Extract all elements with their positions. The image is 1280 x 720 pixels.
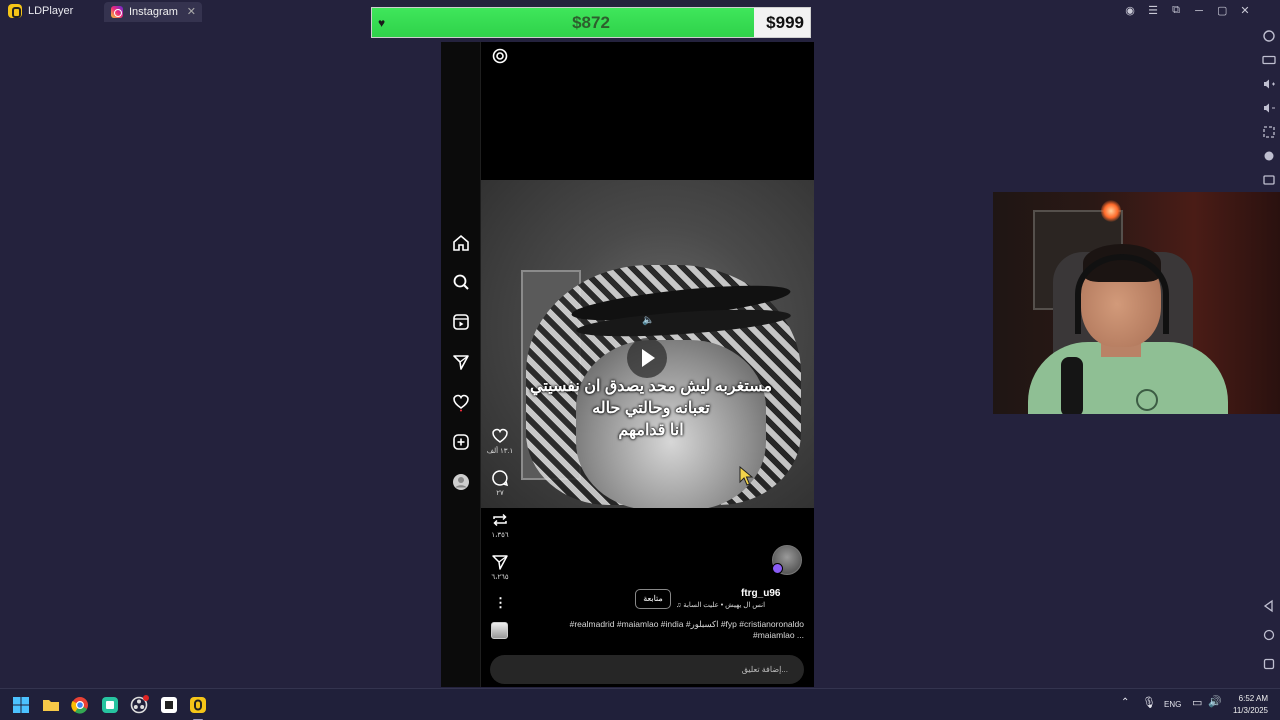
comment-button[interactable]: ٢٧ — [481, 468, 519, 497]
volume-icon[interactable]: 🔊 — [1208, 695, 1222, 708]
audio-thumbnail[interactable] — [491, 622, 508, 639]
screenshot-icon[interactable] — [1261, 124, 1277, 140]
windows-taskbar: ⌃ 🎙 ENG ▭ 🔊 6:52 AM 11/3/2025 — [0, 688, 1280, 720]
home-button-icon[interactable] — [1261, 627, 1277, 643]
mouse-cursor-icon — [739, 466, 754, 486]
volume-down-icon[interactable] — [1261, 100, 1277, 116]
ldplayer-store-icon[interactable] — [159, 695, 179, 715]
caption-line-2: تعبانه وحالتي حاله — [592, 400, 710, 417]
close-icon[interactable]: ✕ — [1240, 4, 1250, 17]
recents-icon[interactable] — [1261, 656, 1277, 672]
shirt-crest — [1136, 389, 1158, 411]
comment-icon — [492, 470, 509, 487]
more-tools-icon[interactable] — [1261, 172, 1277, 188]
donation-goal-bar: ♥ $872 $999 — [371, 7, 811, 38]
tab-instagram[interactable]: Instagram ✕ — [104, 2, 202, 22]
volume-up-icon[interactable] — [1261, 76, 1277, 92]
profile-icon[interactable] — [451, 472, 471, 492]
caption-line-3: انا قدامهم — [618, 422, 684, 439]
headphones-icon — [1075, 254, 1169, 334]
globe-icon[interactable] — [1261, 28, 1277, 44]
like-count: ١٣.١ ألف — [486, 448, 514, 455]
app-brand: LDPlayer — [8, 4, 73, 18]
system-clock[interactable]: 6:52 AM 11/3/2025 — [1233, 693, 1268, 717]
reels-feed: 🔈 مستغربه ليش محد يصدق ان نفسيتي تعبانه … — [481, 42, 814, 687]
share-count: ٦،٢٦٥ — [491, 574, 509, 581]
avatar-badge-icon — [772, 563, 783, 574]
popout-icon[interactable]: ⧉ — [1171, 4, 1181, 17]
ldmulti-icon[interactable] — [100, 695, 120, 715]
repost-icon — [493, 513, 507, 527]
minimize-icon[interactable]: ─ — [1194, 5, 1204, 17]
clock-date: 11/3/2025 — [1233, 706, 1268, 715]
windows-start-icon[interactable] — [11, 695, 31, 715]
play-icon[interactable] — [627, 338, 667, 378]
home-icon[interactable] — [451, 233, 471, 253]
language-indicator[interactable]: ENG — [1164, 700, 1181, 709]
back-icon[interactable] — [1261, 598, 1277, 614]
window-controls: ◉ ☰ ⧉ ─ ▢ ✕ — [1125, 4, 1250, 17]
create-icon[interactable] — [451, 432, 471, 452]
close-tab-icon[interactable]: ✕ — [187, 5, 196, 18]
chrome-icon[interactable] — [70, 695, 90, 715]
sound-icon[interactable]: 🔈 — [642, 315, 654, 326]
comment-count: ٢٧ — [496, 490, 504, 497]
music-info[interactable]: ♫ انس ال يهيش • عليت السابة — [676, 601, 806, 609]
menu-icon[interactable]: ☰ — [1148, 4, 1158, 17]
goal-current-amount: $872 — [572, 13, 610, 32]
ldplayer-taskbar-icon[interactable] — [188, 695, 208, 720]
microphone-icon — [1061, 357, 1083, 414]
direct-icon[interactable] — [451, 352, 471, 372]
keyboard-icon[interactable] — [1261, 52, 1277, 68]
camera-icon[interactable] — [491, 47, 509, 65]
like-button[interactable]: ١٣.١ ألف — [481, 426, 519, 455]
video-caption: مستغربه ليش محد يصدق ان نفسيتي تعبانه وح… — [501, 376, 801, 442]
music-label: انس ال يهيش • عليت السابة — [683, 602, 766, 609]
webcam-lamp — [1101, 200, 1121, 222]
chevron-up-icon[interactable]: ⌃ — [1121, 697, 1129, 708]
share-button[interactable]: ٦،٢٦٥ — [481, 552, 519, 581]
tab-label: Instagram — [129, 6, 178, 18]
reel-description[interactable]: #realmadrid #maiamlao #india #اكسبلور #f… — [541, 619, 804, 641]
gamepad-icon[interactable] — [1261, 148, 1277, 164]
file-explorer-icon[interactable] — [41, 695, 61, 715]
search-icon[interactable] — [451, 272, 471, 292]
repost-button[interactable]: ١،٣٥٦ — [481, 510, 519, 539]
caption-line-1: مستغربه ليش محد يصدق ان نفسيتي — [529, 378, 773, 395]
heart-outline-icon — [492, 428, 508, 443]
network-icon[interactable]: ▭ — [1192, 696, 1202, 709]
microphone-tray-icon[interactable]: 🎙 — [1142, 696, 1156, 709]
follow-button[interactable]: متابعة — [635, 589, 671, 609]
instagram-icon — [111, 6, 123, 18]
app-name: LDPlayer — [28, 5, 74, 17]
more-options-icon[interactable]: ⋮ — [494, 595, 507, 611]
maximize-icon[interactable]: ▢ — [1217, 4, 1227, 17]
instagram-app: 🔈 مستغربه ليش محد يصدق ان نفسيتي تعبانه … — [441, 42, 814, 687]
nav-rail — [441, 42, 481, 687]
streamer-webcam — [993, 192, 1280, 414]
clock-time: 6:52 AM — [1238, 694, 1268, 703]
comment-input[interactable]: إضافة تعليق... — [490, 655, 804, 684]
ldplayer-logo-icon — [8, 4, 22, 18]
obs-icon[interactable] — [129, 695, 149, 715]
goal-target-amount: $999 — [766, 13, 804, 32]
username[interactable]: ftrg_u96 — [741, 588, 816, 599]
reel-video[interactable]: 🔈 مستغربه ليش محد يصدق ان نفسيتي تعبانه … — [481, 180, 814, 508]
heart-icon[interactable] — [451, 392, 471, 412]
reels-icon[interactable] — [451, 312, 471, 332]
account-icon[interactable]: ◉ — [1125, 4, 1135, 17]
repost-count: ١،٣٥٦ — [491, 532, 509, 539]
send-icon — [492, 555, 508, 570]
